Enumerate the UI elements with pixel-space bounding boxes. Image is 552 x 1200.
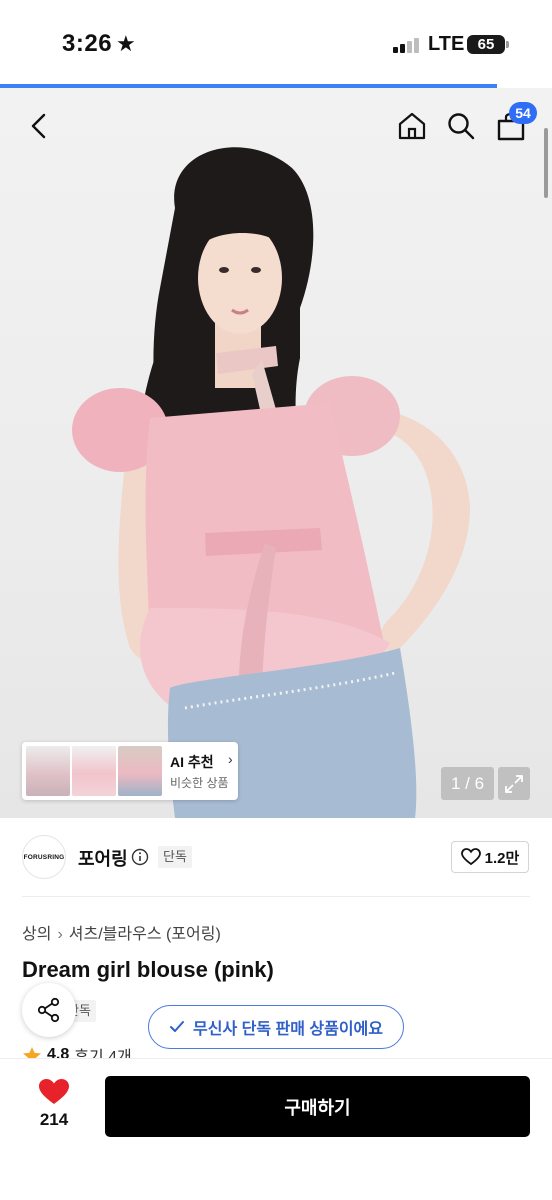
search-icon xyxy=(448,113,475,140)
image-counter: 1 / 6 xyxy=(441,767,494,800)
like-count: 214 xyxy=(39,1110,69,1129)
home-icon xyxy=(398,112,426,140)
brand-like-count: 1.2만 xyxy=(484,849,520,867)
ai-thumbnail-1[interactable] xyxy=(26,746,70,796)
expand-button[interactable] xyxy=(498,767,530,800)
status-bar: 3:26 ★ LTE 65 xyxy=(0,0,552,86)
battery-tip xyxy=(506,41,509,48)
scrollbar[interactable] xyxy=(544,128,548,198)
buy-button[interactable]: 구매하기 xyxy=(105,1076,530,1137)
product-image[interactable]: AI 추천 › 비슷한 상품 1 / 6 xyxy=(0,88,552,818)
ai-recommend-title: AI 추천 xyxy=(170,754,214,770)
ai-thumbnail-3[interactable] xyxy=(118,746,162,796)
chevron-right-icon: › xyxy=(228,751,233,767)
network-label: LTE xyxy=(428,33,465,55)
ai-recommend-card[interactable]: AI 추천 › 비슷한 상품 xyxy=(22,742,238,800)
home-button[interactable] xyxy=(392,106,432,146)
ai-thumbnail-2[interactable] xyxy=(72,746,116,796)
product-title: Dream girl blouse (pink) xyxy=(22,957,274,982)
cart-count-badge: 54 xyxy=(509,102,537,124)
breadcrumb-item[interactable]: 셔츠/블라우스 (포어링) xyxy=(69,926,221,943)
back-button[interactable] xyxy=(19,106,59,146)
battery-icon: 65 xyxy=(467,35,505,54)
star-icon: ★ xyxy=(116,31,137,56)
status-time: 3:26 ★ xyxy=(62,30,136,58)
chevron-right-icon: › xyxy=(57,926,63,943)
breadcrumb: 상의 › 셔츠/블라우스 (포어링) xyxy=(22,920,221,944)
chevron-left-icon xyxy=(31,113,46,139)
breadcrumb-item[interactable]: 상의 xyxy=(22,926,51,943)
share-button[interactable] xyxy=(22,983,76,1037)
check-icon xyxy=(170,1021,184,1032)
heart-icon[interactable] xyxy=(38,1078,70,1106)
ai-recommend-subtitle: 비슷한 상품 xyxy=(170,776,229,790)
brand-logo-text: FORUSRING xyxy=(23,853,65,861)
brand-logo[interactable]: FORUSRING xyxy=(22,835,66,879)
brand-like-button[interactable]: 1.2만 xyxy=(451,841,529,873)
time-label: 3:26 xyxy=(62,30,113,57)
heart-outline-icon xyxy=(460,848,481,866)
search-button[interactable] xyxy=(441,106,481,146)
divider xyxy=(22,896,530,897)
info-icon[interactable] xyxy=(131,848,149,866)
signal-icon xyxy=(393,37,421,53)
exclusive-badge: 단독 xyxy=(158,846,192,868)
brand-name[interactable]: 포어링 xyxy=(78,845,128,871)
exclusive-notice-toast: 무신사 단독 판매 상품이에요 xyxy=(148,1005,404,1049)
notice-text: 무신사 단독 판매 상품이에요 xyxy=(193,1021,383,1038)
share-icon xyxy=(37,997,60,1023)
expand-icon xyxy=(505,774,523,793)
model-photo xyxy=(72,147,470,818)
